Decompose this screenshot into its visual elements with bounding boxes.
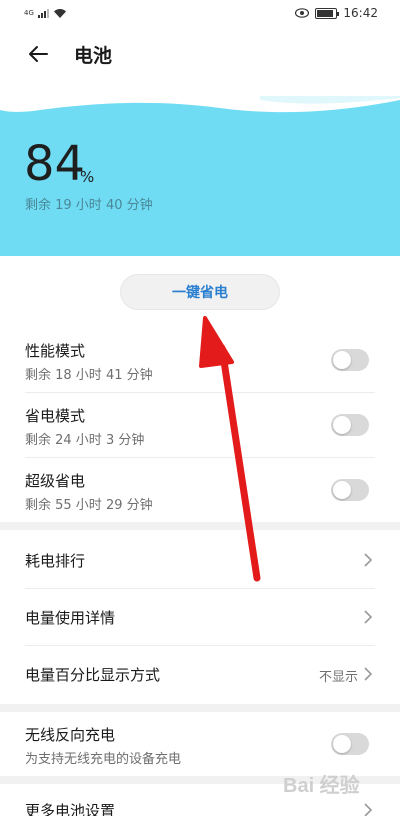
power-saving-mode-toggle[interactable] — [331, 414, 369, 436]
mode-subtitle: 剩余 55 小时 29 分钟 — [25, 498, 153, 513]
page-title: 电池 — [74, 44, 113, 67]
mode-title: 省电模式 — [25, 407, 86, 425]
network-type-label: 4G — [24, 8, 34, 17]
mode-row-performance[interactable]: 性能模式 剩余 18 小时 41 分钟 — [0, 334, 400, 390]
ultra-saving-mode-toggle[interactable] — [331, 479, 369, 501]
status-time: 16:42 — [343, 6, 378, 20]
baidu-watermark: Bai 经验 — [283, 764, 393, 804]
performance-mode-toggle[interactable] — [331, 349, 369, 371]
row-title: 耗电排行 — [25, 552, 86, 570]
divider — [25, 457, 375, 458]
row-subtitle: 为支持无线充电的设备充电 — [25, 752, 182, 767]
battery-icon — [315, 7, 340, 19]
wifi-icon — [53, 8, 66, 18]
svg-text:Bai 经验: Bai 经验 — [283, 773, 360, 797]
chevron-right-icon — [364, 667, 373, 681]
chevron-right-icon — [364, 803, 373, 816]
usage-details-row[interactable]: 电量使用详情 — [0, 589, 400, 645]
status-left: 4G — [24, 8, 67, 19]
battery-percent: 84 — [24, 136, 86, 192]
one-key-save-button[interactable]: 一键省电 — [120, 274, 280, 310]
divider — [25, 392, 375, 393]
row-title: 电量百分比显示方式 — [25, 666, 161, 684]
battery-percent-sign: % — [80, 168, 95, 186]
mode-subtitle: 剩余 18 小时 41 分钟 — [25, 368, 153, 383]
battery-remaining: 剩余 19 小时 40 分钟 — [25, 198, 153, 213]
eye-comfort-icon — [295, 8, 310, 18]
power-consumption-ranking-row[interactable]: 耗电排行 — [0, 532, 400, 588]
signal-icon — [37, 8, 49, 18]
row-title: 更多电池设置 — [25, 802, 116, 816]
section-gap — [0, 522, 400, 530]
mode-subtitle: 剩余 24 小时 3 分钟 — [25, 433, 145, 448]
row-title: 电量使用详情 — [25, 609, 116, 627]
app-bar: 电池 — [0, 26, 400, 82]
status-bar: 4G 16:42 — [0, 0, 400, 26]
baidu-paw-icon: Bai 经验 — [283, 773, 360, 797]
mode-title: 超级省电 — [25, 472, 86, 490]
mode-row-power-saving[interactable]: 省电模式 剩余 24 小时 3 分钟 — [0, 399, 400, 455]
row-value: 不显示 — [318, 670, 358, 685]
arrow-left-icon — [29, 46, 48, 62]
mode-title: 性能模式 — [25, 342, 86, 360]
back-button[interactable] — [28, 38, 60, 70]
mode-row-ultra-saving[interactable]: 超级省电 剩余 55 小时 29 分钟 — [0, 464, 400, 520]
section-gap — [0, 704, 400, 712]
chevron-right-icon — [364, 553, 373, 567]
wave-decoration — [0, 96, 400, 113]
percentage-display-row[interactable]: 电量百分比显示方式 不显示 — [0, 646, 400, 702]
row-title: 无线反向充电 — [25, 726, 116, 744]
chevron-right-icon — [364, 610, 373, 624]
wireless-reverse-charging-toggle[interactable] — [331, 733, 369, 755]
status-right: 16:42 — [295, 6, 378, 20]
